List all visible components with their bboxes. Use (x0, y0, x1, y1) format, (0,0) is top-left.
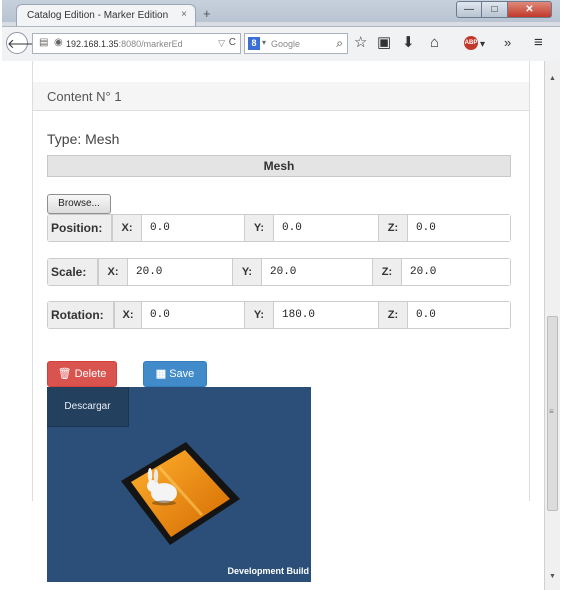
window-controls: — □ ✕ (456, 1, 552, 18)
title-bar: Catalog Edition - Marker Edition × + — □… (2, 0, 560, 26)
browser-tab[interactable]: Catalog Edition - Marker Edition × (16, 4, 196, 26)
tab-title: Catalog Edition - Marker Edition (27, 10, 169, 21)
position-y-label: Y: (244, 215, 274, 241)
mesh-section-header: Mesh (47, 155, 511, 177)
marker-image (131, 450, 230, 537)
browser-window: Catalog Edition - Marker Edition × + — □… (2, 0, 560, 590)
scale-z-label: Z: (372, 259, 402, 285)
rotation-x-input[interactable] (142, 302, 244, 328)
type-label: Type: Mesh (47, 131, 120, 147)
content-panel: Content N° 1 Type: Mesh Mesh Browse... P… (32, 61, 530, 582)
adblock-dropdown-icon[interactable]: ▾ (480, 36, 485, 54)
scroll-down-icon[interactable]: ▼ (549, 573, 556, 580)
floppy-disk-icon: ▦ (155, 368, 167, 380)
close-window-button[interactable]: ✕ (508, 1, 552, 18)
save-button[interactable]: ▦ Save (143, 361, 207, 387)
position-z-input[interactable] (408, 215, 510, 241)
unity-player[interactable]: Descargar Development Build (47, 387, 311, 582)
url-text: 192.168.1.35:8080/markerEd (66, 39, 183, 49)
home-icon[interactable]: ⌂ (430, 34, 439, 52)
vertical-scrollbar[interactable]: ▲ ≡ ▼ (544, 61, 560, 590)
position-label: Position: (48, 215, 112, 241)
back-arrow-icon[interactable]: 🡐 (6, 32, 42, 54)
maximize-button[interactable]: □ (482, 1, 508, 18)
overflow-chevron-icon[interactable]: » (504, 34, 511, 52)
scrollbar-grip-icon: ≡ (549, 407, 554, 416)
scale-row: Scale: X: Y: Z: (47, 258, 511, 286)
page-icon: ▤ (39, 37, 49, 48)
position-z-label: Z: (378, 215, 408, 241)
new-tab-button[interactable]: + (203, 6, 211, 21)
scroll-up-icon[interactable]: ▲ (549, 75, 556, 82)
search-bar[interactable]: 8 ▾ Google ⌕ (244, 33, 348, 54)
hamburger-menu-icon[interactable]: ≡ (534, 34, 543, 52)
position-x-label: X: (112, 215, 142, 241)
browse-button[interactable]: Browse... (47, 194, 111, 214)
globe-icon: ◉ (54, 37, 63, 48)
downloads-icon[interactable]: ⬇ (402, 34, 415, 52)
rotation-row: Rotation: X: Y: Z: (47, 301, 511, 329)
adblock-icon[interactable]: ABP (464, 36, 478, 50)
position-y-input[interactable] (274, 215, 378, 241)
scale-z-input[interactable] (402, 259, 510, 285)
save-label: Save (169, 368, 195, 380)
url-host: 192.168.1.35 (66, 39, 119, 49)
scale-y-input[interactable] (262, 259, 372, 285)
rotation-x-label: X: (114, 302, 142, 328)
address-bar[interactable]: ▤ ◉ 192.168.1.35:8080/markerEd ▽ C (32, 33, 241, 54)
development-build-label: Development Build (227, 566, 309, 576)
scale-y-label: Y: (232, 259, 262, 285)
bookmarks-menu-icon[interactable]: ▣ (377, 34, 391, 52)
rotation-z-input[interactable] (408, 302, 510, 328)
url-path: :8080/markerEd (118, 39, 183, 49)
search-placeholder: Google (271, 39, 301, 49)
rotation-y-input[interactable] (274, 302, 378, 328)
search-icon[interactable]: ⌕ (336, 36, 343, 51)
minimize-button[interactable]: — (456, 1, 482, 18)
url-dropdown-icon[interactable]: ▽ (218, 38, 225, 49)
rotation-y-label: Y: (244, 302, 274, 328)
bookmark-star-icon[interactable]: ☆ (354, 34, 367, 52)
download-button[interactable]: Descargar (47, 387, 129, 427)
tab-close-icon[interactable]: × (181, 9, 187, 20)
panel-title: Content N° 1 (47, 89, 122, 104)
scale-label: Scale: (48, 259, 98, 285)
scale-x-label: X: (98, 259, 128, 285)
search-engine-icon[interactable]: 8 (248, 37, 260, 50)
scrollbar-thumb[interactable]: ≡ (547, 316, 558, 511)
trash-icon: 🗑 (57, 368, 72, 380)
rotation-label: Rotation: (48, 302, 114, 328)
search-engine-dropdown-icon[interactable]: ▾ (262, 38, 266, 47)
scale-x-input[interactable] (128, 259, 232, 285)
delete-label: Delete (74, 368, 107, 380)
rotation-z-label: Z: (378, 302, 408, 328)
position-row: Position: X: Y: Z: (47, 214, 511, 242)
position-x-input[interactable] (142, 215, 244, 241)
reload-icon[interactable]: C (229, 37, 236, 48)
delete-button[interactable]: 🗑 Delete (47, 361, 117, 387)
navigation-toolbar: 🡐 ▤ ◉ 192.168.1.35:8080/markerEd ▽ C 8 ▾… (2, 26, 560, 62)
page-viewport: Content N° 1 Type: Mesh Mesh Browse... P… (2, 61, 544, 590)
panel-heading: Content N° 1 (33, 82, 529, 111)
